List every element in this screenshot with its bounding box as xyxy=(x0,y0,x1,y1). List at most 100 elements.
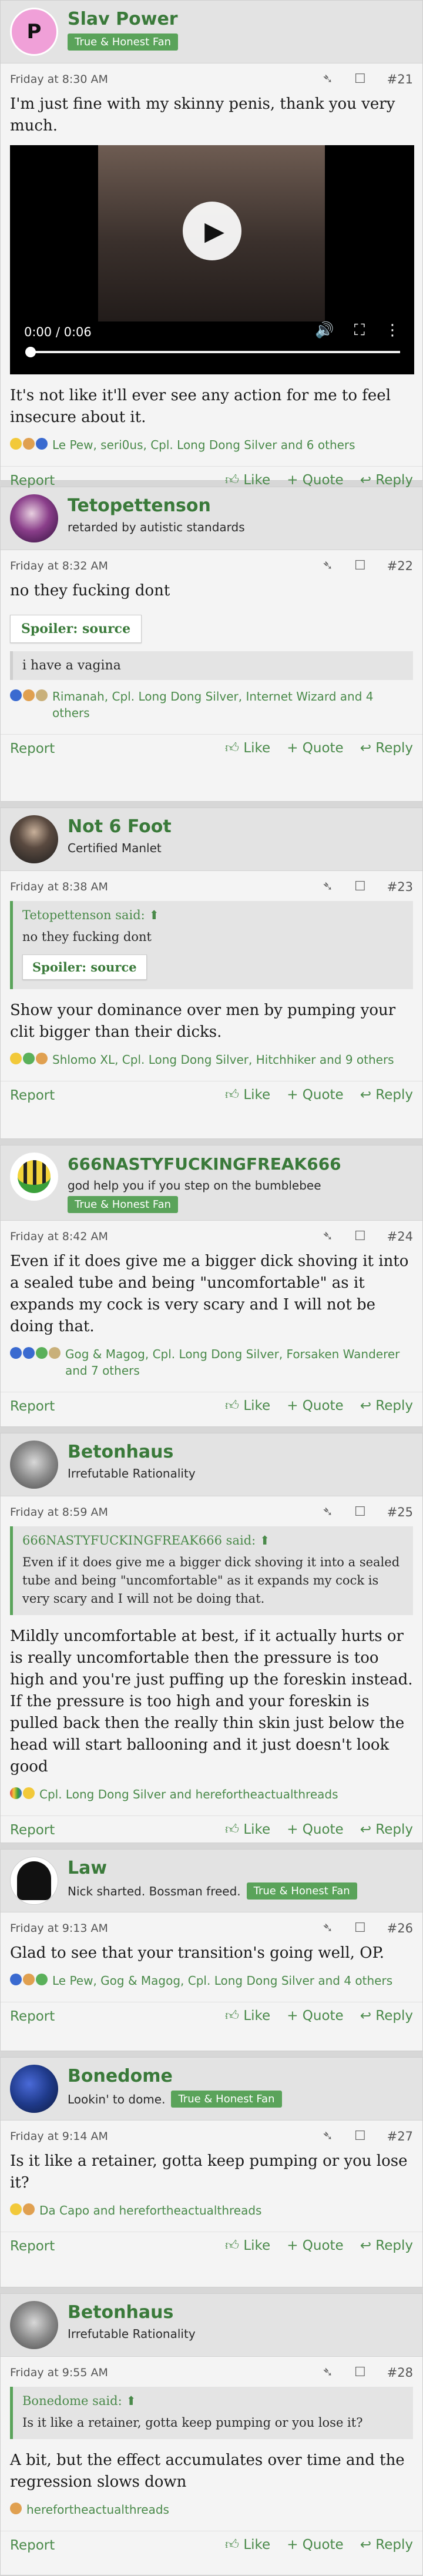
more-options-icon[interactable]: ⋮ xyxy=(385,321,400,340)
quote-button[interactable]: + Quote xyxy=(287,741,344,756)
reply-button[interactable]: ↩ Reply xyxy=(360,2238,413,2254)
avatar[interactable] xyxy=(10,494,58,542)
spoiler-button[interactable]: Spoiler: source xyxy=(22,954,147,980)
volume-icon[interactable]: 🔊 xyxy=(315,321,334,340)
reactions[interactable]: Gog & Magog, Cpl. Long Dong Silver, Fors… xyxy=(10,1346,413,1379)
reply-button[interactable]: ↩ Reply xyxy=(360,473,413,488)
share-icon[interactable]: ➴ xyxy=(323,72,333,86)
avatar[interactable] xyxy=(10,1441,58,1489)
share-icon[interactable]: ➴ xyxy=(323,558,333,573)
quote-author[interactable]: 666NASTYFUCKINGFREAK666 said: ⬆︎ xyxy=(22,1533,404,1547)
video-progress-track[interactable] xyxy=(30,351,400,353)
avatar[interactable]: P xyxy=(10,8,58,56)
post-number[interactable]: #21 xyxy=(387,72,413,86)
like-button[interactable]: 👍︎ Like xyxy=(225,741,270,756)
bookmark-icon[interactable]: ☐ xyxy=(354,2129,366,2143)
post-number[interactable]: #23 xyxy=(387,880,413,894)
spoiler-button[interactable]: Spoiler: source xyxy=(10,615,142,643)
like-button[interactable]: 👍︎ Like xyxy=(225,1398,270,1414)
username[interactable]: 666NASTYFUCKINGFREAK666 xyxy=(68,1154,341,1175)
post-date[interactable]: Friday at 9:14 AM xyxy=(10,2130,108,2143)
report-button[interactable]: Report xyxy=(10,473,55,488)
quote-author[interactable]: Bonedome said: ⬆︎ xyxy=(22,2394,404,2408)
like-button[interactable]: 👍︎ Like xyxy=(225,2537,270,2553)
reaction-users[interactable]: Cpl. Long Dong Silver and herefortheactu… xyxy=(39,1786,338,1803)
post-date[interactable]: Friday at 8:42 AM xyxy=(10,1230,108,1243)
bookmark-icon[interactable]: ☐ xyxy=(354,1229,366,1244)
username[interactable]: Law xyxy=(68,1858,357,1879)
report-button[interactable]: Report xyxy=(10,741,55,756)
reaction-users[interactable]: Le Pew, seri0us, Cpl. Long Dong Silver a… xyxy=(52,437,355,453)
bookmark-icon[interactable]: ☐ xyxy=(354,558,366,573)
post-date[interactable]: Friday at 9:55 AM xyxy=(10,2366,108,2379)
reply-button[interactable]: ↩ Reply xyxy=(360,1822,413,1838)
reaction-users[interactable]: herefortheactualthreads xyxy=(26,2501,169,2518)
like-button[interactable]: 👍︎ Like xyxy=(225,2008,270,2024)
username[interactable]: Slav Power xyxy=(68,9,178,30)
share-icon[interactable]: ➴ xyxy=(323,1505,333,1519)
reactions[interactable]: Da Capo and herefortheactualthreads xyxy=(10,2202,413,2219)
username[interactable]: Not 6 Foot xyxy=(68,816,172,838)
avatar[interactable] xyxy=(10,2065,58,2113)
reply-button[interactable]: ↩ Reply xyxy=(360,2008,413,2024)
like-button[interactable]: 👍︎ Like xyxy=(225,1087,270,1103)
reply-button[interactable]: ↩ Reply xyxy=(360,2537,413,2553)
avatar[interactable] xyxy=(10,815,58,863)
reactions[interactable]: Cpl. Long Dong Silver and herefortheactu… xyxy=(10,1786,413,1803)
post-number[interactable]: #25 xyxy=(387,1505,413,1519)
post-number[interactable]: #28 xyxy=(387,2366,413,2380)
bookmark-icon[interactable]: ☐ xyxy=(354,879,366,894)
reactions[interactable]: Shlomo XL, Cpl. Long Dong Silver, Hitchh… xyxy=(10,1051,413,1068)
quote-button[interactable]: + Quote xyxy=(287,2008,344,2024)
post-number[interactable]: #22 xyxy=(387,559,413,573)
reply-button[interactable]: ↩ Reply xyxy=(360,741,413,756)
arrow-up-icon[interactable]: ⬆︎ xyxy=(260,1533,270,1547)
report-button[interactable]: Report xyxy=(10,2239,55,2254)
reply-button[interactable]: ↩ Reply xyxy=(360,1087,413,1103)
post-date[interactable]: Friday at 8:59 AM xyxy=(10,1506,108,1519)
reaction-users[interactable]: Gog & Magog, Cpl. Long Dong Silver, Fors… xyxy=(65,1346,413,1379)
share-icon[interactable]: ➴ xyxy=(323,2365,333,2380)
username[interactable]: Betonhaus xyxy=(68,2302,196,2323)
reaction-users[interactable]: Rimanah, Cpl. Long Dong Silver, Internet… xyxy=(52,688,413,721)
arrow-up-icon[interactable]: ⬆︎ xyxy=(149,908,159,922)
bookmark-icon[interactable]: ☐ xyxy=(354,2365,366,2380)
reactions[interactable]: herefortheactualthreads xyxy=(10,2501,413,2518)
share-icon[interactable]: ➴ xyxy=(323,1921,333,1935)
post-date[interactable]: Friday at 9:13 AM xyxy=(10,1922,108,1935)
post-date[interactable]: Friday at 8:38 AM xyxy=(10,880,108,893)
video-player[interactable]: ▶ 0:00 / 0:06 🔊 ⛶ ⋮ xyxy=(10,145,414,374)
arrow-up-icon[interactable]: ⬆︎ xyxy=(126,2394,136,2408)
report-button[interactable]: Report xyxy=(10,1399,55,1414)
avatar[interactable] xyxy=(10,1153,58,1201)
username[interactable]: Tetopettenson xyxy=(68,495,245,517)
reaction-users[interactable]: Le Pew, Gog & Magog, Cpl. Long Dong Silv… xyxy=(52,1972,392,1989)
post-number[interactable]: #24 xyxy=(387,1230,413,1244)
quote-button[interactable]: + Quote xyxy=(287,2238,344,2254)
reaction-users[interactable]: Da Capo and herefortheactualthreads xyxy=(39,2202,261,2219)
report-button[interactable]: Report xyxy=(10,2538,55,2553)
quote-author[interactable]: Tetopettenson said: ⬆︎ xyxy=(22,908,404,922)
report-button[interactable]: Report xyxy=(10,1823,55,1838)
report-button[interactable]: Report xyxy=(10,2009,55,2024)
bookmark-icon[interactable]: ☐ xyxy=(354,1921,366,1935)
post-number[interactable]: #27 xyxy=(387,2129,413,2143)
video-progress-knob[interactable] xyxy=(25,347,36,357)
play-button[interactable]: ▶ xyxy=(183,202,241,260)
reactions[interactable]: Le Pew, Gog & Magog, Cpl. Long Dong Silv… xyxy=(10,1972,413,1989)
avatar[interactable] xyxy=(10,1857,58,1905)
reaction-users[interactable]: Shlomo XL, Cpl. Long Dong Silver, Hitchh… xyxy=(52,1051,394,1068)
quote-button[interactable]: + Quote xyxy=(287,2537,344,2553)
like-button[interactable]: 👍︎ Like xyxy=(225,1822,270,1838)
like-button[interactable]: 👍︎ Like xyxy=(225,473,270,488)
share-icon[interactable]: ➴ xyxy=(323,2129,333,2143)
share-icon[interactable]: ➴ xyxy=(323,879,333,894)
quote-button[interactable]: + Quote xyxy=(287,1398,344,1414)
share-icon[interactable]: ➴ xyxy=(323,1229,333,1244)
reactions[interactable]: Rimanah, Cpl. Long Dong Silver, Internet… xyxy=(10,688,413,721)
bookmark-icon[interactable]: ☐ xyxy=(354,72,366,86)
fullscreen-icon[interactable]: ⛶ xyxy=(354,321,365,340)
post-date[interactable]: Friday at 8:30 AM xyxy=(10,73,108,86)
avatar[interactable] xyxy=(10,2301,58,2349)
reply-button[interactable]: ↩ Reply xyxy=(360,1398,413,1414)
